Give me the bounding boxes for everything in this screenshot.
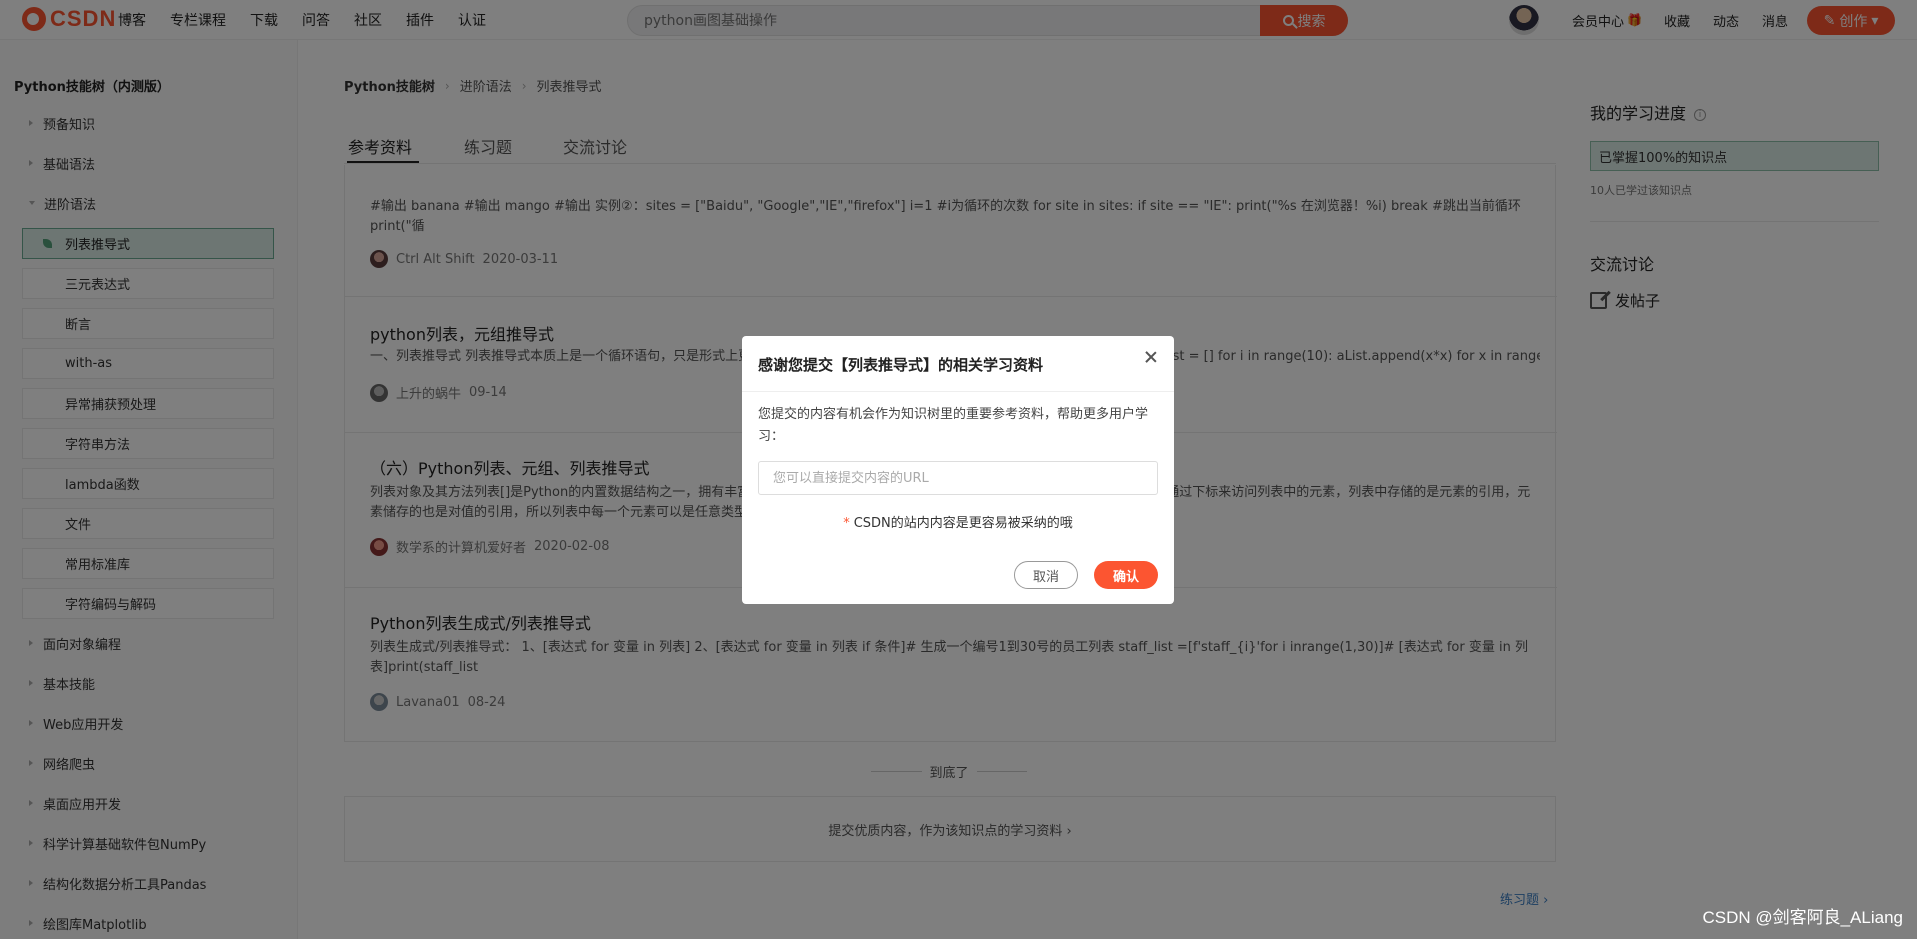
confirm-button[interactable]: 确认 bbox=[1094, 561, 1158, 589]
watermark: CSDN @剑客阿良_ALiang bbox=[1702, 908, 1903, 927]
close-icon[interactable] bbox=[1144, 350, 1158, 364]
dialog-note-text: CSDN的站内内容是更容易被采纳的哦 bbox=[853, 516, 1073, 531]
dialog-title: 感谢您提交【列表推导式】的相关学习资料 bbox=[758, 356, 1044, 374]
cancel-button[interactable]: 取消 bbox=[1014, 561, 1078, 589]
asterisk-icon: * bbox=[843, 516, 850, 531]
submit-resource-dialog: 感谢您提交【列表推导式】的相关学习资料 您提交的内容有机会作为知识树里的重要参考… bbox=[742, 336, 1174, 604]
dialog-note: * CSDN的站内内容是更容易被采纳的哦 bbox=[742, 512, 1174, 531]
url-input[interactable] bbox=[758, 461, 1158, 495]
dialog-description: 您提交的内容有机会作为知识树里的重要参考资料，帮助更多用户学习： bbox=[758, 407, 1149, 444]
divider bbox=[742, 391, 1174, 392]
